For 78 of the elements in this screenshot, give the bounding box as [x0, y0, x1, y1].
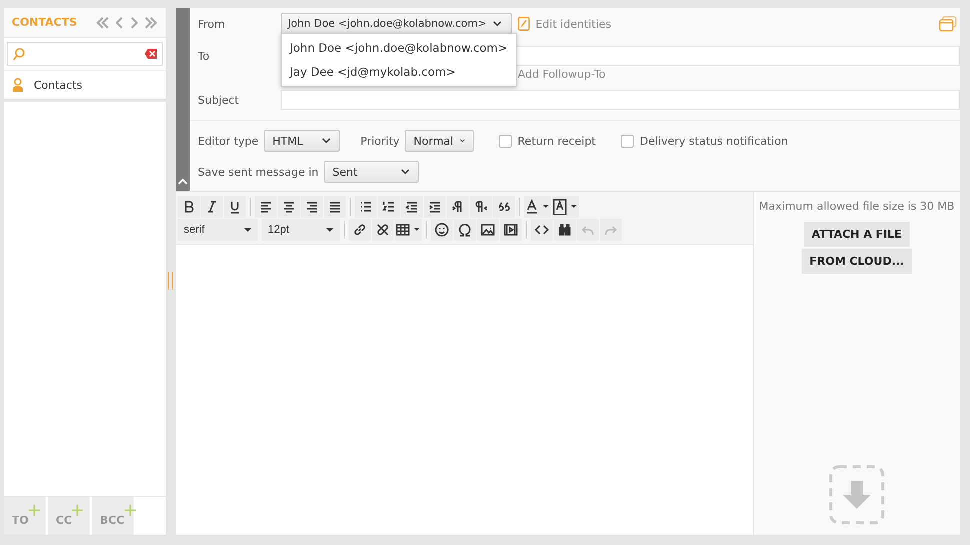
unlink-icon [375, 222, 391, 238]
contact-search-field[interactable] [7, 42, 163, 66]
italic-button[interactable] [201, 196, 223, 218]
subject-field[interactable] [281, 90, 960, 110]
binoculars-button[interactable] [554, 218, 576, 240]
editor-type-select[interactable]: HTML [264, 130, 340, 152]
chevron-down-icon [460, 138, 465, 144]
resize-handle[interactable] [168, 272, 173, 290]
font-size-select[interactable]: 12pt [262, 218, 340, 240]
contacts-title: CONTACTS [12, 16, 78, 29]
paragraph-ltr-button[interactable] [447, 196, 469, 218]
binoculars-icon [557, 222, 573, 238]
numbered-list-button[interactable] [378, 196, 400, 218]
align-left-button[interactable] [255, 196, 277, 218]
drop-file-icon [829, 465, 885, 525]
background-color-icon [552, 198, 568, 214]
table-button[interactable] [395, 218, 422, 240]
outdent-button[interactable] [401, 196, 423, 218]
smiley-icon [434, 222, 450, 238]
font-family-select[interactable]: serif [178, 218, 258, 240]
bullet-list-button[interactable] [355, 196, 377, 218]
smiley-button[interactable] [431, 218, 453, 240]
underline-button[interactable] [224, 196, 246, 218]
search-icon [13, 48, 25, 60]
bold-button[interactable] [178, 196, 200, 218]
unlink-button[interactable] [372, 218, 394, 240]
link-button[interactable] [349, 218, 371, 240]
address-book-item[interactable]: Contacts [4, 70, 166, 102]
collapse-icon[interactable] [178, 178, 188, 185]
sent-folder-select[interactable]: Sent [324, 161, 419, 183]
caret-icon [543, 205, 549, 208]
from-label: From [198, 18, 226, 30]
attach-button[interactable]: ATTACH A FILE [804, 222, 910, 247]
checkbox[interactable] [621, 134, 634, 148]
plus-icon [72, 505, 84, 516]
save-sent-label: Save sent message in [198, 166, 319, 178]
paragraph-rtl-icon [473, 198, 489, 214]
align-right-button[interactable] [301, 196, 323, 218]
from-select[interactable]: John Doe <john.doe@kolabnow.com> [281, 13, 512, 35]
chevron-down-icon [400, 169, 410, 175]
attach-button[interactable]: FROM CLOUD... [802, 249, 912, 274]
quote-button[interactable] [493, 196, 515, 218]
priority-select[interactable]: Normal [404, 130, 474, 152]
checkbox-label: Return receipt [518, 134, 596, 148]
paragraph-rtl-button[interactable] [470, 196, 492, 218]
indent-button[interactable] [424, 196, 446, 218]
caret-icon [414, 228, 420, 231]
caret-icon [244, 226, 252, 232]
editor-type-label: Editor type [198, 134, 259, 148]
table-icon [395, 222, 411, 238]
checkbox[interactable] [498, 134, 512, 148]
subject-label: Subject [198, 94, 240, 106]
omega-button[interactable] [454, 218, 476, 240]
caret-icon [326, 226, 334, 232]
priority-label: Priority [360, 134, 400, 148]
text-color-button[interactable] [524, 196, 551, 218]
chevron-down-icon [492, 21, 502, 27]
checkbox-label: Delivery status notification [640, 134, 788, 148]
caret-icon [571, 205, 577, 208]
clear-icon[interactable] [145, 49, 157, 59]
justify-button[interactable] [324, 196, 346, 218]
to-label: To [198, 50, 211, 62]
video-icon [503, 222, 519, 238]
video-button[interactable] [500, 218, 522, 240]
person-icon [12, 78, 24, 92]
image-button[interactable] [477, 218, 499, 240]
chevron-down-icon [322, 138, 331, 144]
identity-option[interactable]: John Doe <john.doe@kolabnow.com> [282, 36, 516, 60]
align-center-button[interactable] [278, 196, 300, 218]
text-color-icon [524, 198, 540, 214]
plus-icon [124, 505, 136, 516]
link-icon [352, 222, 368, 238]
plus-icon [28, 505, 40, 516]
omega-icon [457, 222, 473, 238]
image-icon [480, 222, 496, 238]
identity-option[interactable]: Jay Dee <jd@mykolab.com> [282, 60, 516, 84]
code-button[interactable] [531, 218, 553, 240]
file-size-note: Maximum allowed file size is 30 MB [759, 200, 955, 213]
